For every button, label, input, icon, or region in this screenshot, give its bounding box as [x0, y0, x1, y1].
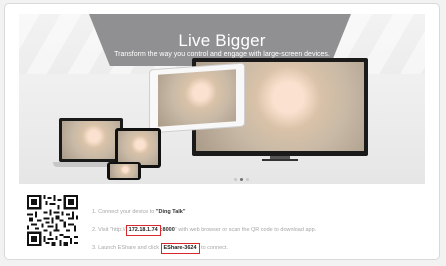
main-card: Live Bigger Transform the way you contro… — [4, 3, 440, 260]
laptop-screen-image — [62, 121, 120, 159]
step-2-suffix: " with web browser or scan the QR code t… — [174, 227, 317, 233]
step-1: 1. Connect your device to "Ding Talk" — [92, 203, 316, 221]
port-text: :8000 — [160, 227, 175, 233]
carousel-dot-active[interactable] — [240, 178, 243, 181]
instructions: 1. Connect your device to "Ding Talk" 2.… — [92, 203, 316, 257]
phone-device — [107, 162, 141, 180]
device-name-highlight: EShare-3624 — [160, 243, 200, 254]
step-1-text: 1. Connect your device to — [92, 209, 156, 215]
step-3-text: 3. Launch EShare and click — [92, 245, 161, 251]
front-tablet-screen-image — [118, 131, 158, 165]
tablet-device — [149, 62, 245, 134]
hero-title: Live Bigger — [178, 31, 266, 50]
step-2: 2. Visit "http://172.18.1.74:8000" with … — [92, 221, 316, 239]
ip-address-highlight: 172.18.1.74 — [125, 225, 161, 236]
hero-banner: Live Bigger Transform the way you contro… — [19, 14, 425, 184]
carousel-dot[interactable] — [246, 178, 249, 181]
tablet-screen-image — [158, 69, 236, 127]
carousel-indicator — [234, 178, 249, 181]
wifi-network-name: "Ding Talk" — [155, 209, 186, 215]
qr-code-icon — [27, 195, 78, 246]
carousel-dot[interactable] — [234, 178, 237, 181]
hero-subtitle: Transform the way you control and engage… — [114, 51, 330, 58]
phone-screen-image — [110, 164, 138, 178]
step-3: 3. Launch EShare and click EShare-3624 t… — [92, 239, 316, 257]
step-2-text: 2. Visit "http:// — [92, 227, 126, 233]
step-3-suffix: to connect. — [199, 245, 228, 251]
